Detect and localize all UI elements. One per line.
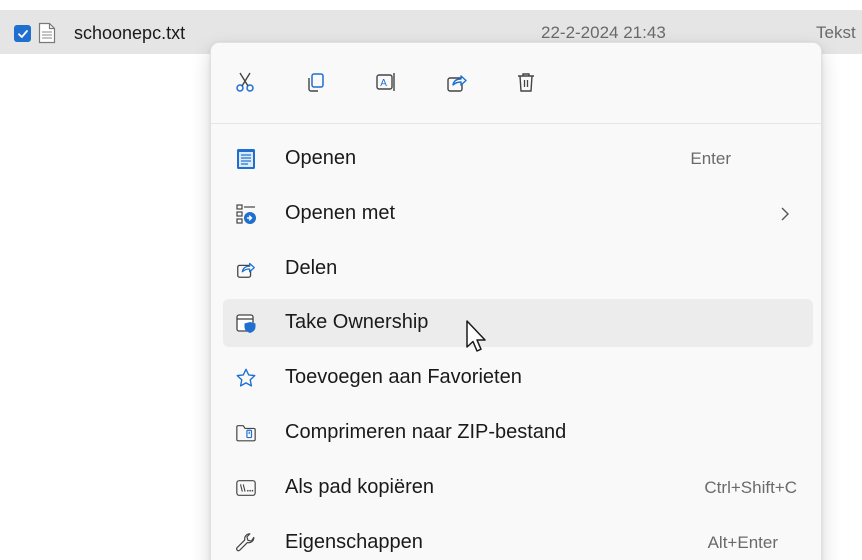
mouse-pointer-icon: [466, 320, 486, 352]
checkbox-checked-icon[interactable]: [14, 25, 31, 42]
menu-item-zip[interactable]: Comprimeren naar ZIP-bestand: [223, 409, 813, 457]
menu-item-label: Comprimeren naar ZIP-bestand: [285, 421, 567, 443]
zip-folder-icon: [236, 425, 256, 442]
rename-button[interactable]: A: [369, 65, 403, 99]
copy-path-icon: [236, 480, 256, 496]
menu-item-label: Eigenschappen: [285, 531, 423, 553]
svg-text:A: A: [380, 78, 387, 89]
share-icon: [447, 75, 467, 92]
menu-item-label: Openen: [285, 147, 357, 169]
share-button[interactable]: [440, 65, 474, 99]
quick-actions-bar: A: [211, 43, 821, 123]
context-menu: A Openen Enter Openen met Delen Take Own…: [210, 42, 822, 560]
notepad-icon: [237, 149, 255, 169]
text-file-icon: [38, 22, 56, 44]
copy-icon: [308, 73, 324, 92]
menu-item-label: Delen: [285, 257, 338, 279]
menu-separator: [211, 123, 821, 124]
wrench-icon: [236, 533, 255, 552]
open-with-icon: [236, 204, 256, 224]
menu-item-label: Als pad kopiëren: [285, 476, 434, 498]
file-name: schoonepc.txt: [74, 23, 186, 43]
menu-item-openen-met[interactable]: Openen met: [223, 190, 813, 238]
shield-window-icon: [236, 314, 256, 333]
menu-item-shortcut: Enter: [690, 149, 731, 168]
menu-item-delen[interactable]: Delen: [223, 245, 813, 293]
menu-item-label: Openen met: [285, 202, 396, 224]
file-type: Tekst: [816, 23, 856, 42]
share-icon: [237, 262, 255, 278]
delete-icon: [518, 73, 534, 92]
menu-item-shortcut: Ctrl+Shift+C: [704, 478, 797, 497]
menu-item-shortcut: Alt+Enter: [707, 533, 778, 552]
menu-item-favorieten[interactable]: Toevoegen aan Favorieten: [223, 354, 813, 402]
copy-button[interactable]: [298, 65, 332, 99]
file-date: 22-2-2024 21:43: [541, 23, 666, 42]
menu-item-eigenschappen[interactable]: Eigenschappen Alt+Enter: [223, 519, 813, 560]
star-icon: [236, 368, 256, 387]
menu-item-openen[interactable]: Openen Enter: [223, 135, 813, 183]
chevron-right-icon: [781, 207, 789, 221]
cut-button[interactable]: [228, 65, 262, 99]
cut-icon: [236, 72, 254, 92]
rename-icon: A: [376, 73, 395, 91]
menu-item-take-ownership[interactable]: Take Ownership: [223, 299, 813, 347]
menu-item-copy-path[interactable]: Als pad kopiëren Ctrl+Shift+C: [223, 464, 813, 512]
menu-item-label: Toevoegen aan Favorieten: [285, 366, 522, 388]
delete-button[interactable]: [509, 65, 543, 99]
menu-item-label: Take Ownership: [285, 311, 429, 333]
